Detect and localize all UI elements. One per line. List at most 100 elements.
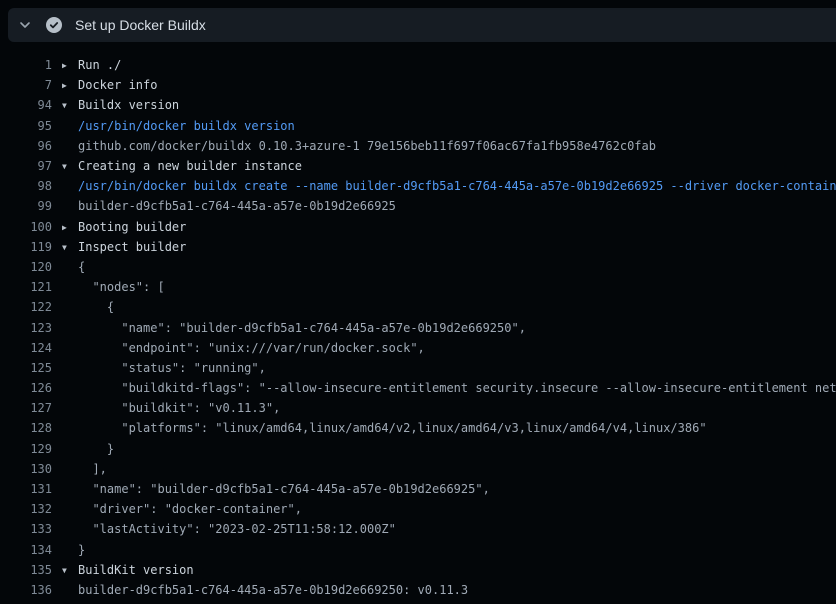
line-number[interactable]: 130 xyxy=(0,462,52,476)
log-output-text: { xyxy=(52,300,114,314)
log-line: 126 "buildkitd-flags": "--allow-insecure… xyxy=(0,378,836,398)
log-output-text: "buildkitd-flags": "--allow-insecure-ent… xyxy=(52,381,836,395)
log-line: 127 "buildkit": "v0.11.3", xyxy=(0,398,836,418)
log-output-text: "nodes": [ xyxy=(52,280,165,294)
line-number[interactable]: 7 xyxy=(0,78,52,92)
log-output-text: } xyxy=(52,543,85,557)
log-line: 129 } xyxy=(0,439,836,459)
log-line: 97▼Creating a new builder instance xyxy=(0,156,836,176)
log-group-title: Inspect builder xyxy=(78,240,186,254)
step-header[interactable]: Set up Docker Buildx xyxy=(8,8,836,42)
line-number[interactable]: 119 xyxy=(0,240,52,254)
line-number[interactable]: 121 xyxy=(0,280,52,294)
triangle-down-icon[interactable]: ▼ xyxy=(62,243,78,252)
line-number[interactable]: 124 xyxy=(0,341,52,355)
line-number[interactable]: 126 xyxy=(0,381,52,395)
chevron-down-icon[interactable] xyxy=(18,18,32,32)
log-line: 133 "lastActivity": "2023-02-25T11:58:12… xyxy=(0,519,836,539)
log-group-title: Docker info xyxy=(78,78,157,92)
triangle-right-icon[interactable]: ▶ xyxy=(62,61,78,70)
triangle-down-icon[interactable]: ▼ xyxy=(62,566,78,575)
log-output-text: "lastActivity": "2023-02-25T11:58:12.000… xyxy=(52,522,396,536)
log-lines: 1▶Run ./7▶Docker info94▼Buildx version95… xyxy=(0,55,836,604)
log-line: 124 "endpoint": "unix:///var/run/docker.… xyxy=(0,338,836,358)
log-group-title: Run ./ xyxy=(78,58,121,72)
line-number[interactable]: 127 xyxy=(0,401,52,415)
log-line: 7▶Docker info xyxy=(0,75,836,95)
log-group-header[interactable]: ▼Inspect builder xyxy=(52,240,186,254)
line-number[interactable]: 128 xyxy=(0,421,52,435)
log-group-header[interactable]: ▶Docker info xyxy=(52,78,157,92)
log-output-text: "status": "running", xyxy=(52,361,266,375)
log-line: 119▼Inspect builder xyxy=(0,237,836,257)
log-group-header[interactable]: ▶Run ./ xyxy=(52,58,121,72)
log-output-text: builder-d9cfb5a1-c764-445a-a57e-0b19d2e6… xyxy=(52,583,468,597)
line-number[interactable]: 98 xyxy=(0,179,52,193)
log-line: 99builder-d9cfb5a1-c764-445a-a57e-0b19d2… xyxy=(0,196,836,216)
log-group-title: Booting builder xyxy=(78,220,186,234)
log-group-title: Creating a new builder instance xyxy=(78,159,302,173)
log-line: 100▶Booting builder xyxy=(0,217,836,237)
log-group-header[interactable]: ▶Booting builder xyxy=(52,220,186,234)
log-output-text: builder-d9cfb5a1-c764-445a-a57e-0b19d2e6… xyxy=(52,199,396,213)
log-group-title: Buildx version xyxy=(78,98,179,112)
log-line: 94▼Buildx version xyxy=(0,95,836,115)
triangle-right-icon[interactable]: ▶ xyxy=(62,81,78,90)
log-line: 134} xyxy=(0,540,836,560)
line-number[interactable]: 125 xyxy=(0,361,52,375)
log-line: 122 { xyxy=(0,297,836,317)
log-group-title: BuildKit version xyxy=(78,563,194,577)
log-line: 125 "status": "running", xyxy=(0,358,836,378)
line-number[interactable]: 95 xyxy=(0,119,52,133)
line-number[interactable]: 135 xyxy=(0,563,52,577)
line-number[interactable]: 97 xyxy=(0,159,52,173)
log-line: 95/usr/bin/docker buildx version xyxy=(0,116,836,136)
log-output-text: } xyxy=(52,442,114,456)
line-number[interactable]: 123 xyxy=(0,321,52,335)
log-line: 136builder-d9cfb5a1-c764-445a-a57e-0b19d… xyxy=(0,580,836,600)
log-line: 130 ], xyxy=(0,459,836,479)
log-output-text: github.com/docker/buildx 0.10.3+azure-1 … xyxy=(52,139,656,153)
log-output-text: { xyxy=(52,260,85,274)
log-line: 120{ xyxy=(0,257,836,277)
log-line: 98/usr/bin/docker buildx create --name b… xyxy=(0,176,836,196)
log-line: 121 "nodes": [ xyxy=(0,277,836,297)
log-group-header[interactable]: ▼BuildKit version xyxy=(52,563,194,577)
log-line: 131 "name": "builder-d9cfb5a1-c764-445a-… xyxy=(0,479,836,499)
line-number[interactable]: 1 xyxy=(0,58,52,72)
line-number[interactable]: 100 xyxy=(0,220,52,234)
line-number[interactable]: 133 xyxy=(0,522,52,536)
log-line: 1▶Run ./ xyxy=(0,55,836,75)
log-group-header[interactable]: ▼Creating a new builder instance xyxy=(52,159,302,173)
log-output-text: "driver": "docker-container", xyxy=(52,502,302,516)
log-group-header[interactable]: ▼Buildx version xyxy=(52,98,179,112)
log-line: 135▼BuildKit version xyxy=(0,560,836,580)
line-number[interactable]: 99 xyxy=(0,199,52,213)
triangle-down-icon[interactable]: ▼ xyxy=(62,162,78,171)
log-line: 132 "driver": "docker-container", xyxy=(0,499,836,519)
log-line: 128 "platforms": "linux/amd64,linux/amd6… xyxy=(0,418,836,438)
log-command-text: /usr/bin/docker buildx create --name bui… xyxy=(52,179,836,193)
line-number[interactable]: 132 xyxy=(0,502,52,516)
line-number[interactable]: 122 xyxy=(0,300,52,314)
line-number[interactable]: 129 xyxy=(0,442,52,456)
line-number[interactable]: 120 xyxy=(0,260,52,274)
line-number[interactable]: 134 xyxy=(0,543,52,557)
log-output-text: "platforms": "linux/amd64,linux/amd64/v2… xyxy=(52,421,707,435)
triangle-down-icon[interactable]: ▼ xyxy=(62,101,78,110)
log-line: 96github.com/docker/buildx 0.10.3+azure-… xyxy=(0,136,836,156)
log-output-text: "buildkit": "v0.11.3", xyxy=(52,401,280,415)
line-number[interactable]: 94 xyxy=(0,98,52,112)
log-command-text: /usr/bin/docker buildx version xyxy=(52,119,295,133)
triangle-right-icon[interactable]: ▶ xyxy=(62,223,78,232)
check-circle-icon xyxy=(46,17,62,33)
log-output-text: "name": "builder-d9cfb5a1-c764-445a-a57e… xyxy=(52,321,526,335)
line-number[interactable]: 136 xyxy=(0,583,52,597)
log-output-text: "endpoint": "unix:///var/run/docker.sock… xyxy=(52,341,425,355)
line-number[interactable]: 96 xyxy=(0,139,52,153)
log-output-text: ], xyxy=(52,462,107,476)
step-title: Set up Docker Buildx xyxy=(75,17,206,33)
log-line: 123 "name": "builder-d9cfb5a1-c764-445a-… xyxy=(0,317,836,337)
log-output-text: "name": "builder-d9cfb5a1-c764-445a-a57e… xyxy=(52,482,490,496)
line-number[interactable]: 131 xyxy=(0,482,52,496)
